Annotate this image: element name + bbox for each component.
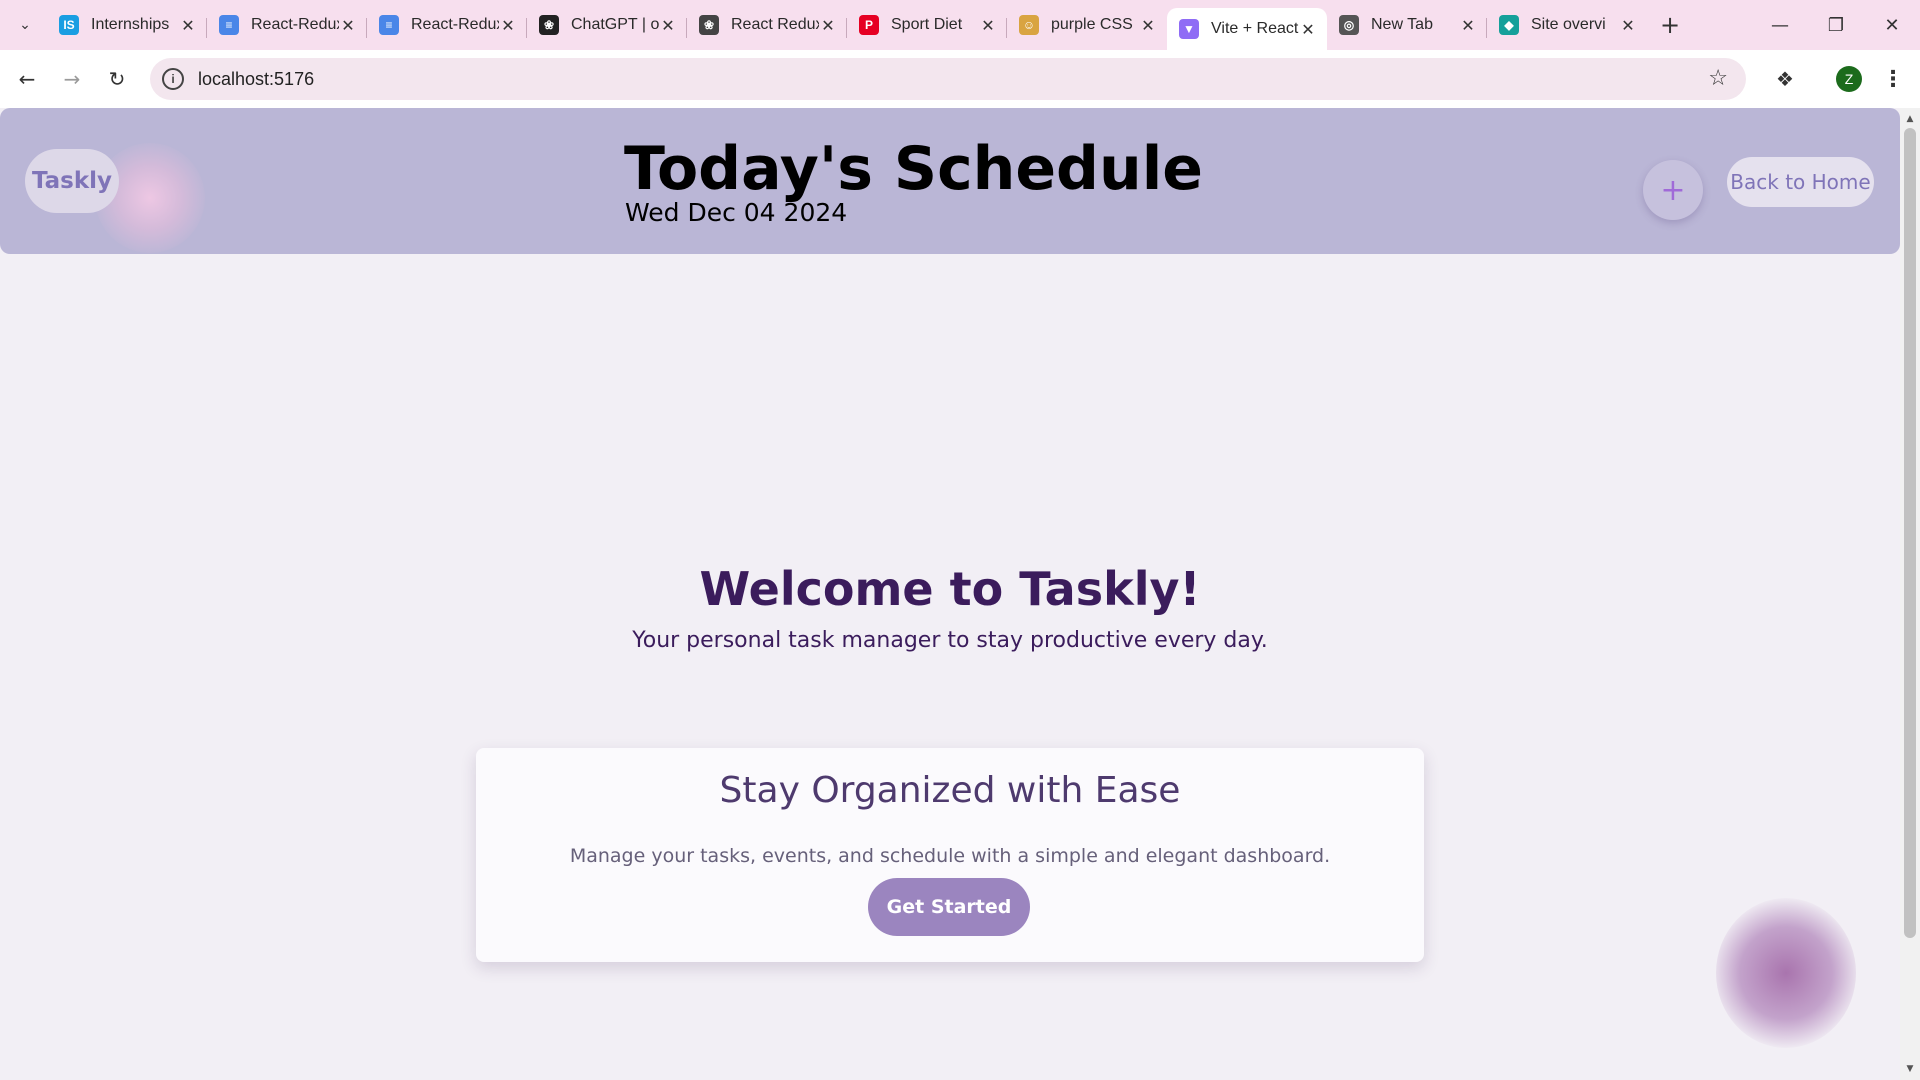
tab-close-icon[interactable]: ✕ — [1139, 16, 1157, 35]
welcome-heading: Welcome to Taskly! — [699, 562, 1201, 616]
page-title: Today's Schedule — [624, 134, 1203, 204]
browser-tab[interactable]: ◎ New Tab ✕ — [1327, 5, 1487, 45]
pinterest-icon: P — [859, 15, 879, 35]
tab-close-icon[interactable]: ✕ — [1459, 16, 1477, 35]
browser-tab[interactable]: ❀ ChatGPT | o ✕ — [526, 5, 687, 45]
close-window-icon[interactable]: ✕ — [1864, 0, 1920, 50]
tab-list: IS Internships ✕ ≡ React-Redux ✕ ≡ React-Redux ✕… — [47, 0, 1647, 50]
tab-title: React-Redux — [251, 16, 339, 33]
google-docs-icon: ≡ — [379, 15, 399, 35]
tab-close-icon[interactable]: ✕ — [819, 16, 837, 35]
scroll-down-arrow-icon[interactable]: ▼ — [1900, 1060, 1920, 1078]
browser-tab[interactable]: ▼ Vite + React ✕ — [1167, 8, 1327, 50]
address-bar[interactable]: i localhost:5176 ☆ — [150, 58, 1746, 100]
tab-title: Internships — [91, 16, 170, 33]
plus-icon: + — [1660, 172, 1686, 208]
card-title: Stay Organized with Ease — [719, 770, 1181, 811]
chatgpt-icon: ❀ — [699, 15, 719, 35]
scroll-up-arrow-icon[interactable]: ▲ — [1900, 110, 1920, 128]
emoji-icon: ☺ — [1019, 15, 1039, 35]
tab-title: React Redux — [731, 16, 819, 33]
browser-tab[interactable]: ≡ React-Redux ✕ — [206, 5, 367, 45]
browser-menu-icon[interactable]: ⋮ — [1880, 62, 1906, 96]
chatgpt-icon: ❀ — [539, 15, 559, 35]
decorative-blob — [1716, 898, 1856, 1048]
back-to-home-button[interactable]: Back to Home — [1727, 157, 1874, 207]
tab-title: ChatGPT | o — [571, 16, 659, 33]
new-tab-plus-icon[interactable]: + — [1655, 10, 1685, 40]
taskly-logo-button[interactable]: Taskly — [25, 149, 119, 213]
toolbar: ← → ↻ i localhost:5176 ☆ ❖ — [0, 50, 1920, 108]
tab-close-icon[interactable]: ✕ — [179, 16, 197, 35]
site-info-icon[interactable]: i — [162, 68, 184, 90]
tab-close-icon[interactable]: ✕ — [1619, 16, 1637, 35]
browser-tab[interactable]: ◆ Site overvi ✕ — [1486, 5, 1647, 45]
add-task-button[interactable]: + — [1643, 160, 1703, 220]
scroll-thumb[interactable] — [1904, 128, 1916, 938]
current-date: Wed Dec 04 2024 — [625, 198, 848, 227]
card-description: Manage your tasks, events, and schedule … — [569, 845, 1331, 867]
browser-tab[interactable]: IS Internships ✕ — [47, 5, 207, 45]
window-controls: — ❐ ✕ — [1752, 0, 1920, 50]
minimize-icon[interactable]: — — [1752, 0, 1808, 50]
bookmark-star-icon[interactable]: ☆ — [1708, 66, 1728, 91]
internshala-icon: IS — [59, 15, 79, 35]
tab-close-icon[interactable]: ✕ — [979, 16, 997, 35]
tab-title: Site overvi — [1531, 16, 1606, 33]
google-docs-icon: ≡ — [219, 15, 239, 35]
browser-tab[interactable]: ❀ React Redux ✕ — [686, 5, 847, 45]
tab-close-icon[interactable]: ✕ — [659, 16, 677, 35]
feature-card: Stay Organized with Ease Manage your tas… — [476, 748, 1424, 962]
tab-close-icon[interactable]: ✕ — [1299, 20, 1317, 39]
tab-search-chevron-icon[interactable]: ⌄ — [13, 13, 37, 37]
restore-icon[interactable]: ❐ — [1808, 0, 1864, 50]
app-header: Taskly Today's Schedule Wed Dec 04 2024 … — [0, 108, 1900, 254]
tab-strip: ⌄ IS Internships ✕ ≡ React-Redux ✕ ≡ React-Redu… — [0, 0, 1920, 50]
netlify-icon: ◆ — [1499, 15, 1519, 35]
address-url[interactable]: localhost:5176 — [198, 69, 314, 90]
forward-arrow-icon[interactable]: → — [54, 61, 90, 97]
tab-close-icon[interactable]: ✕ — [499, 16, 517, 35]
browser-tab[interactable]: ≡ React-Redux ✕ — [366, 5, 527, 45]
page-viewport: Taskly Today's Schedule Wed Dec 04 2024 … — [0, 108, 1900, 1080]
chrome-icon: ◎ — [1339, 15, 1359, 35]
tab-title: Vite + React — [1211, 20, 1299, 37]
page-scrollbar[interactable]: ▲ ▼ — [1900, 108, 1920, 1080]
back-arrow-icon[interactable]: ← — [9, 61, 45, 97]
vite-icon: ▼ — [1179, 19, 1199, 39]
extensions-puzzle-icon[interactable]: ❖ — [1770, 64, 1800, 94]
get-started-button[interactable]: Get Started — [868, 878, 1030, 936]
tab-title: Sport Diet — [891, 16, 963, 33]
browser-tab[interactable]: ☺ purple CSS ✕ — [1006, 5, 1167, 45]
reload-icon[interactable]: ↻ — [99, 61, 135, 97]
profile-avatar[interactable]: Z — [1836, 66, 1862, 92]
welcome-tagline: Your personal task manager to stay produ… — [632, 628, 1268, 653]
tab-title: New Tab — [1371, 16, 1433, 33]
tab-close-icon[interactable]: ✕ — [339, 16, 357, 35]
tab-title: React-Redux — [411, 16, 499, 33]
browser-tab[interactable]: P Sport Diet ✕ — [846, 5, 1007, 45]
tab-title: purple CSS — [1051, 16, 1133, 33]
